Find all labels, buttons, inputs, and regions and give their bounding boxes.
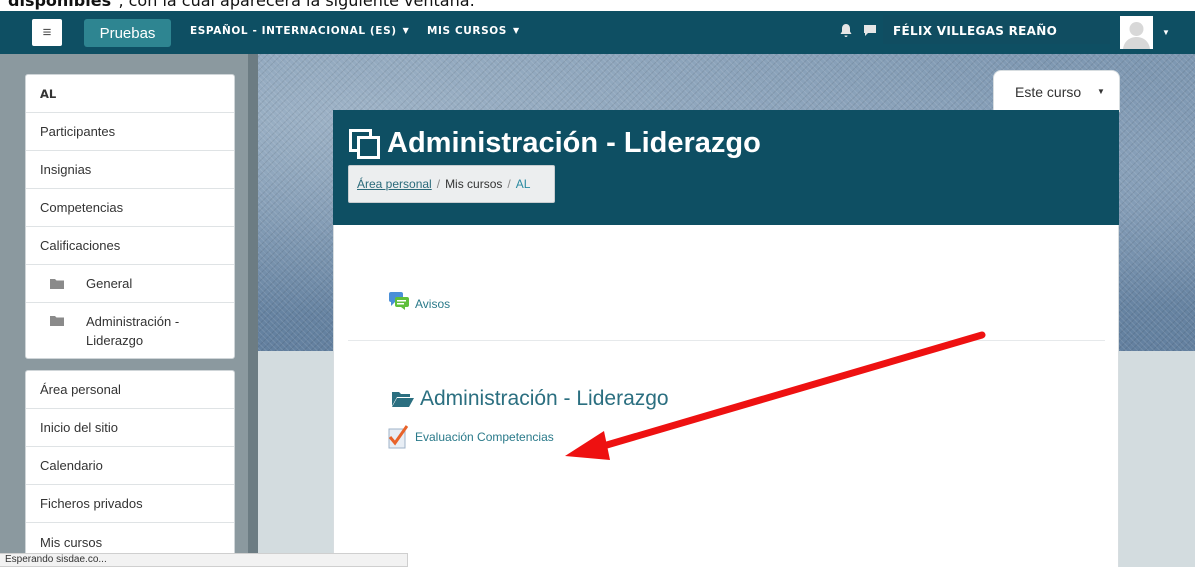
breadcrumb: Área personal / Mis cursos / AL [348,165,555,203]
breadcrumb-dashboard[interactable]: Área personal [357,177,432,191]
hamburger-menu-button[interactable]: ≡ [32,19,62,46]
folder-icon [50,278,64,289]
section-title: Administración - Liderazgo [392,387,669,411]
nav-site-home[interactable]: Inicio del sitio [26,409,234,447]
nav-dashboard[interactable]: Área personal [26,371,234,409]
chevron-down-icon: ▼ [512,26,520,35]
announcements-link[interactable]: Avisos [388,291,450,311]
nav-grades[interactable]: Calificaciones [26,227,234,265]
site-navigation-block: Área personal Inicio del sitio Calendari… [25,370,235,567]
user-name: FÉLIX VILLEGAS REAÑO [893,24,1058,38]
chevron-down-icon[interactable]: ▼ [1162,28,1170,37]
top-navbar: ≡ Pruebas ESPAÑOL - INTERNACIONAL (ES) ▼ … [0,11,1195,54]
folder-open-icon [392,392,414,407]
site-home-button[interactable]: Pruebas [84,19,171,47]
nav-course-heading[interactable]: AL [26,75,234,113]
nav-section-general[interactable]: General [26,265,234,303]
nav-calendar[interactable]: Calendario [26,447,234,485]
chevron-down-icon: ▼ [402,26,410,35]
page-title: Administración - Liderazgo [349,127,761,160]
course-content: Avisos Administración - Liderazgo Evalua… [333,225,1119,567]
quiz-icon [388,425,408,449]
browser-status-bar: Esperando sisdae.co... [0,553,408,567]
user-menu[interactable]: FÉLIX VILLEGAS REAÑO [883,15,1110,44]
nav-badges[interactable]: Insignias [26,151,234,189]
copy-icon [349,128,380,159]
course-menu-tab[interactable]: Este curso ▼ [993,70,1120,112]
course-navigation-block: AL Participantes Insignias Competencias … [25,74,235,359]
language-menu[interactable]: ESPAÑOL - INTERNACIONAL (ES) ▼ [190,25,409,37]
course-header: Administración - Liderazgo Área personal… [333,110,1119,225]
nav-section-administracion[interactable]: Administración - Liderazgo [26,303,234,358]
my-courses-menu[interactable]: MIS CURSOS ▼ [427,25,520,37]
activity-evaluation-link[interactable]: Evaluación Competencias [388,425,554,449]
avatar[interactable] [1120,16,1153,49]
chevron-down-icon: ▼ [1097,87,1105,96]
section-divider [348,340,1105,341]
document-caption: disponibles", con la cual aparecerá la s… [8,0,475,10]
breadcrumb-my-courses[interactable]: Mis cursos [445,177,502,191]
nav-private-files[interactable]: Ficheros privados [26,485,234,523]
nav-participants[interactable]: Participantes [26,113,234,151]
folder-icon [50,315,64,326]
forum-icon [389,292,409,310]
sidebar-divider [248,54,258,567]
breadcrumb-course[interactable]: AL [516,177,531,191]
bell-icon[interactable] [839,23,853,44]
message-icon[interactable] [863,23,877,42]
nav-competencies[interactable]: Competencias [26,189,234,227]
